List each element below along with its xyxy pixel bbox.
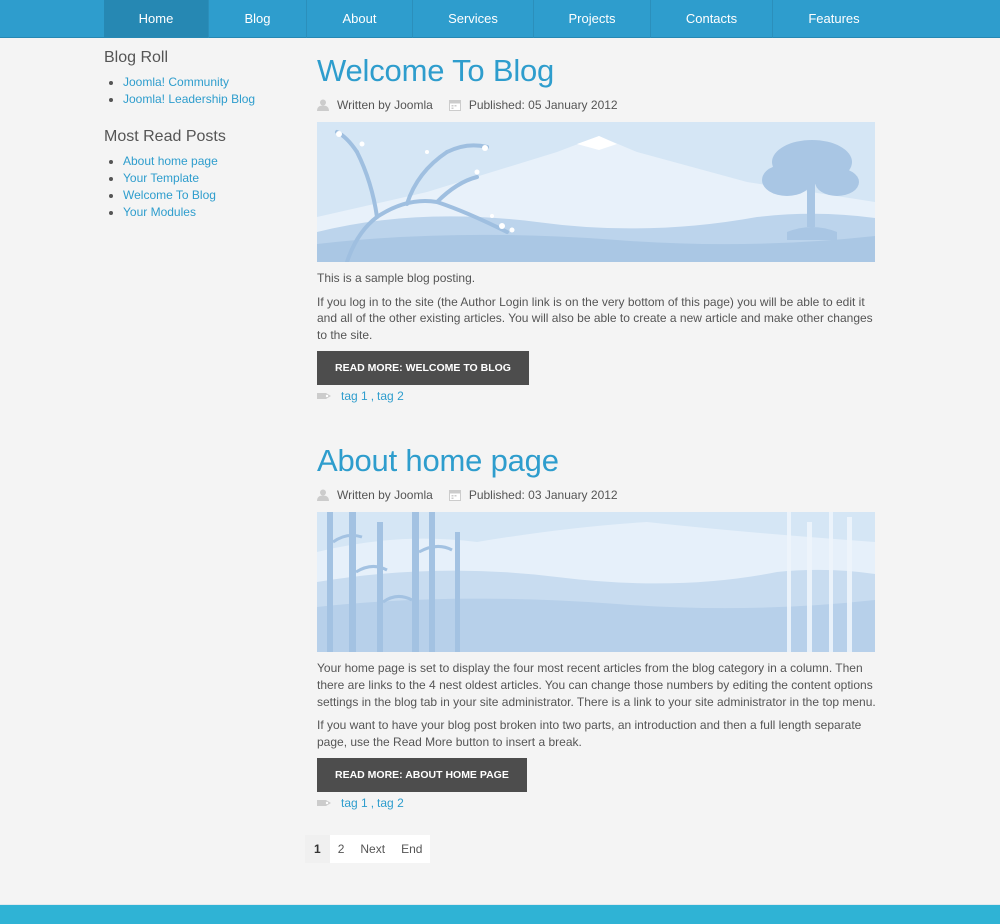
most-read-link[interactable]: About home page [123, 154, 218, 168]
blog-roll-link[interactable]: Joomla! Leadership Blog [123, 92, 255, 106]
article: About home page Written by Joomla Publis… [317, 440, 887, 813]
tag-link[interactable]: tag 1 [341, 386, 368, 406]
list-item: Welcome To Blog [123, 187, 304, 204]
most-read-link[interactable]: Your Template [123, 171, 199, 185]
list-item: Your Template [123, 170, 304, 187]
top-navbar: Home Blog About Services Projects Contac… [0, 0, 1000, 38]
tag-link[interactable]: tag 2 [377, 386, 404, 406]
footer-bar [0, 904, 1000, 924]
article-meta: Written by Joomla Published: 03 January … [317, 483, 887, 507]
article-author: Written by Joomla [337, 98, 433, 112]
article-published: Published: 03 January 2012 [468, 488, 618, 503]
nav-item-home[interactable]: Home [104, 0, 209, 38]
article-intro: This is a sample blog posting. [317, 271, 476, 285]
nav-item-projects[interactable]: Projects [534, 0, 651, 38]
page-end[interactable]: End [393, 835, 430, 863]
page-next[interactable]: Next [352, 835, 393, 863]
blog-roll-title: Blog Roll [104, 49, 169, 66]
nav-item-blog[interactable]: Blog [209, 0, 307, 38]
page-link-2[interactable]: 2 [330, 835, 353, 863]
article: Welcome To Blog Written by Joomla Publis… [317, 50, 887, 406]
calendar-icon [448, 100, 461, 111]
article-title[interactable]: About home page [317, 440, 887, 482]
read-more-button[interactable]: Read more: About home page [317, 758, 527, 793]
main-content: Welcome To Blog Written by Joomla Publis… [317, 50, 887, 847]
pagination: 1 2 Next End [305, 835, 431, 863]
article-hero-image [317, 512, 875, 653]
list-item: Your Modules [123, 204, 304, 221]
article-title[interactable]: Welcome To Blog [317, 50, 887, 92]
blog-roll-link[interactable]: Joomla! Community [123, 75, 229, 89]
most-read-title: Most Read Posts [104, 128, 226, 146]
article-intro: Your home page is set to display the fou… [317, 661, 876, 709]
article-meta: Written by Joomla Published: 05 January … [317, 93, 887, 117]
blog-roll-list: Joomla! Community Joomla! Leadership Blo… [104, 74, 304, 107]
most-read-link[interactable]: Your Modules [123, 205, 196, 219]
list-item: Joomla! Leadership Blog [123, 91, 304, 108]
main-menu: Home Blog About Services Projects Contac… [104, 0, 895, 38]
list-item: Joomla! Community [123, 74, 304, 91]
tag-icon [317, 800, 331, 807]
calendar-icon [448, 490, 461, 502]
article-published: Published: 05 January 2012 [468, 98, 618, 112]
nav-item-about[interactable]: About [307, 0, 413, 38]
nav-item-services[interactable]: Services [413, 0, 534, 38]
tag-link[interactable]: tag 1 [341, 793, 368, 813]
most-read-link[interactable]: Welcome To Blog [123, 188, 216, 202]
article-body: If you log in to the site (the Author Lo… [317, 294, 873, 342]
user-icon [317, 99, 329, 111]
article-body: If you want to have your blog post broke… [317, 718, 862, 749]
nav-item-contacts[interactable]: Contacts [651, 0, 773, 38]
tag-separator: , [370, 796, 375, 811]
most-read-list: About home page Your Template Welcome To… [104, 153, 304, 220]
sidebar: Blog Roll Joomla! Community Joomla! Lead… [104, 48, 304, 240]
article-hero-image [317, 122, 875, 262]
tag-link[interactable]: tag 2 [377, 793, 404, 813]
user-icon [317, 489, 329, 502]
page-current: 1 [305, 835, 330, 863]
article-tags: tag 1 , tag 2 [317, 386, 887, 406]
article-tags: tag 1 , tag 2 [317, 793, 887, 813]
nav-item-features[interactable]: Features [773, 0, 895, 38]
tag-icon [317, 393, 331, 400]
list-item: About home page [123, 153, 304, 170]
read-more-button[interactable]: Read more: Welcome To Blog [317, 351, 529, 386]
article-author: Written by Joomla [337, 488, 433, 503]
tag-separator: , [370, 389, 375, 404]
